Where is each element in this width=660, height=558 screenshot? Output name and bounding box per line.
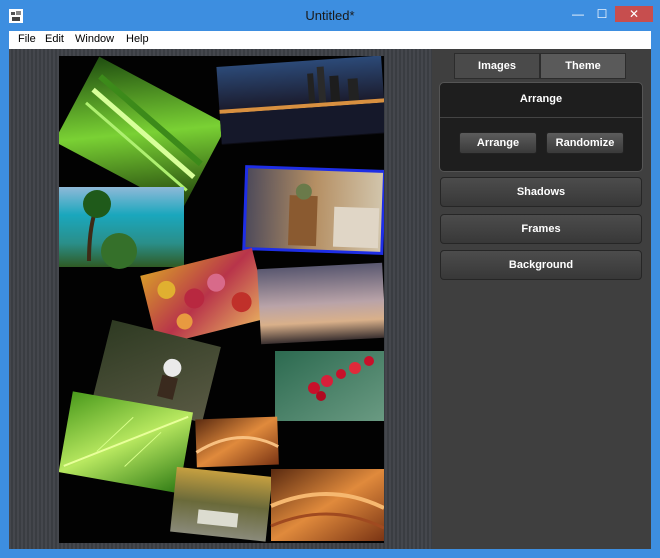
menu-edit[interactable]: Edit (45, 33, 64, 45)
minimize-button[interactable]: — (570, 5, 586, 23)
arrange-section: Arrange Arrange Randomize (439, 82, 643, 172)
frames-button[interactable]: Frames (440, 214, 642, 244)
photo-autumn-park[interactable] (170, 466, 273, 542)
collage-photos (59, 56, 384, 542)
photo-city-night[interactable] (216, 56, 384, 145)
photo-green-tubes[interactable] (59, 56, 228, 210)
title-bar[interactable]: Untitled* — ☐ ✕ (1, 1, 659, 31)
photo-canyon-large[interactable] (270, 469, 384, 541)
tab-images[interactable]: Images (454, 53, 540, 79)
menu-window[interactable]: Window (75, 33, 114, 45)
app-window: Untitled* — ☐ ✕ File Edit Window Help Im… (0, 0, 660, 558)
tab-theme[interactable]: Theme (540, 53, 626, 79)
maximize-button[interactable]: ☐ (595, 5, 609, 23)
menu-help[interactable]: Help (126, 33, 149, 45)
section-divider (440, 117, 642, 118)
collage-canvas-area[interactable] (9, 49, 432, 549)
photo-sunset-sky[interactable] (257, 262, 384, 345)
collage-page[interactable] (59, 56, 384, 543)
photo-red-berries[interactable] (275, 351, 384, 421)
menu-file[interactable]: File (18, 33, 36, 45)
arrange-section-title: Arrange (519, 93, 563, 105)
randomize-button[interactable]: Randomize (546, 132, 624, 154)
photo-church-selected[interactable] (242, 165, 384, 255)
side-panel: Images Theme Arrange Arrange Randomize S… (432, 49, 651, 549)
window-title: Untitled* (305, 8, 355, 23)
background-button[interactable]: Background (440, 250, 642, 280)
menu-bar: File Edit Window Help (9, 31, 651, 49)
shadows-button[interactable]: Shadows (440, 177, 642, 207)
arrange-button[interactable]: Arrange (459, 132, 537, 154)
close-button[interactable]: ✕ (615, 6, 653, 22)
photo-canyon-small[interactable] (195, 416, 279, 468)
photo-tropical-beach[interactable] (59, 187, 184, 269)
